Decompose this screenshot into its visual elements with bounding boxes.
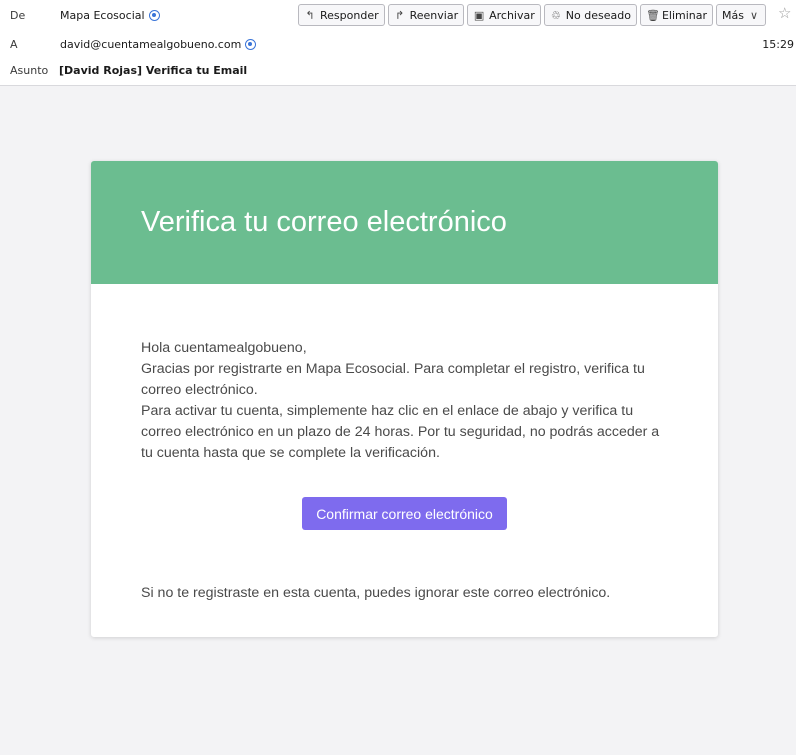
from-label: De: [10, 8, 26, 22]
archive-label: Archivar: [489, 8, 535, 22]
message-header: De Mapa Ecosocial ↰ Responder ↱ Reenviar…: [0, 0, 796, 86]
archive-icon: ▣: [473, 8, 485, 22]
recipient-address[interactable]: david@cuentamealgobueno.com: [60, 38, 241, 51]
message-toolbar: ↰ Responder ↱ Reenviar ▣ Archivar ♲ No d…: [298, 4, 766, 26]
greeting: Hola cuentamealgobueno,: [141, 340, 307, 356]
star-icon[interactable]: ☆: [778, 4, 791, 22]
more-button[interactable]: Más ∨: [716, 4, 766, 26]
forward-label: Reenviar: [409, 8, 459, 22]
email-body: Hola cuentamealgobueno, Gracias por regi…: [141, 338, 671, 464]
paragraph-activate: Para activar tu cuenta, simplemente haz …: [141, 403, 660, 461]
contact-icon[interactable]: [245, 38, 257, 50]
reply-button[interactable]: ↰ Responder: [298, 4, 385, 26]
delete-label: Eliminar: [661, 8, 708, 22]
to-value[interactable]: david@cuentamealgobueno.com: [60, 38, 257, 51]
subject-label: Asunto: [10, 63, 49, 77]
contact-icon[interactable]: [148, 9, 160, 21]
subject-row: Asunto [David Rojas] Verifica tu Email: [0, 60, 796, 80]
confirm-email-button[interactable]: Confirmar correo electrónico: [302, 497, 507, 530]
forward-button[interactable]: ↱ Reenviar: [387, 4, 465, 26]
reply-icon: ↰: [305, 8, 315, 22]
junk-label: No deseado: [565, 8, 631, 22]
paragraph-thanks: Gracias por registrarte en Mapa Ecosocia…: [141, 361, 645, 398]
junk-button[interactable]: ♲ No deseado: [543, 4, 637, 26]
to-label: A: [10, 37, 18, 51]
sender-name[interactable]: Mapa Ecosocial: [60, 9, 145, 22]
trash-icon: 🗑: [645, 8, 660, 22]
to-row: A david@cuentamealgobueno.com 15:29: [0, 34, 796, 54]
forward-icon: ↱: [395, 8, 405, 22]
email-card: Verifica tu correo electrónico Hola cuen…: [91, 161, 718, 637]
junk-icon: ♲: [550, 8, 561, 22]
reply-label: Responder: [320, 8, 379, 22]
banner-title: Verifica tu correo electrónico: [141, 206, 507, 238]
from-value[interactable]: Mapa Ecosocial: [60, 9, 160, 22]
email-banner: Verifica tu correo electrónico: [91, 161, 718, 284]
delete-button[interactable]: 🗑 Eliminar: [639, 4, 714, 26]
footer-note: Si no te registraste en esta cuenta, pue…: [141, 585, 611, 601]
message-time: 15:29: [762, 37, 794, 51]
subject-value: [David Rojas] Verifica tu Email: [59, 63, 248, 77]
archive-button[interactable]: ▣ Archivar: [467, 4, 541, 26]
chevron-down-icon: ∨: [749, 8, 759, 22]
more-label: Más: [722, 8, 744, 22]
